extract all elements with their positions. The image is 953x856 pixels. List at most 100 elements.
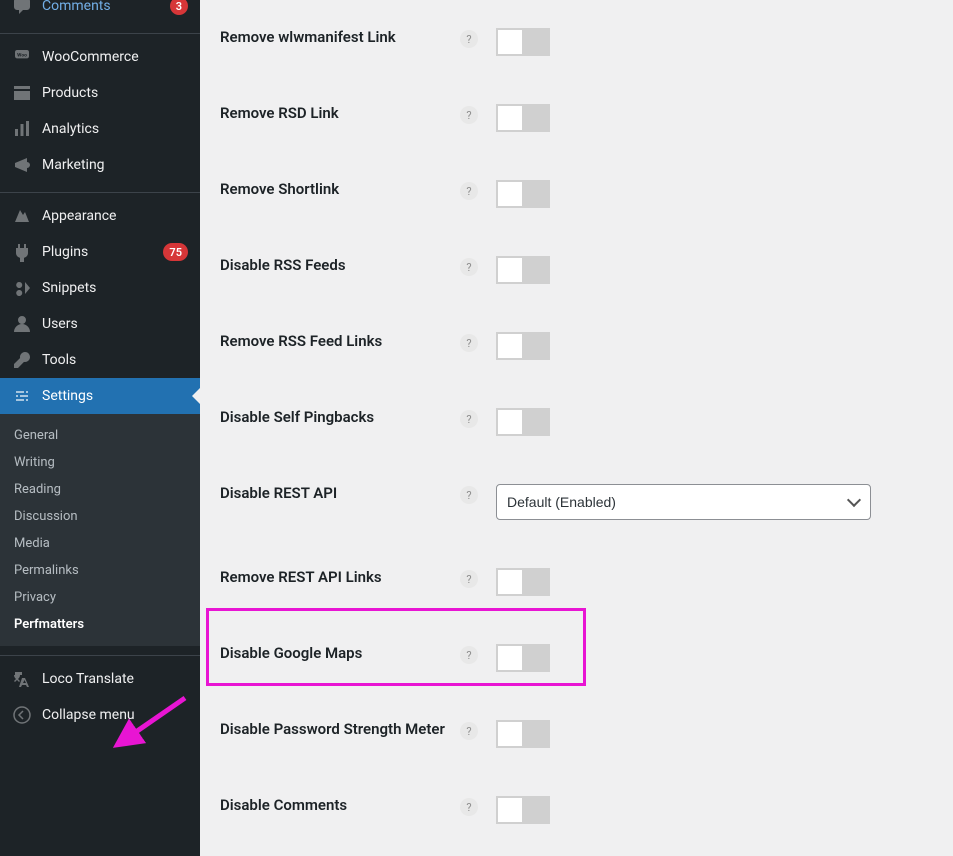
sidebar-item-label: WooCommerce [42, 49, 188, 65]
help-icon[interactable]: ? [460, 30, 478, 48]
select-disable-rest-api[interactable]: Default (Enabled) [496, 484, 871, 520]
sidebar-item-label: Snippets [42, 280, 188, 296]
sidebar-item-appearance[interactable]: Appearance [0, 198, 200, 234]
submenu-item-general[interactable]: General [0, 422, 200, 449]
help-icon[interactable]: ? [460, 106, 478, 124]
help-icon[interactable]: ? [460, 410, 478, 428]
setting-label: Disable Self Pingbacks [220, 408, 460, 428]
select-wrap: Default (Enabled) [496, 484, 871, 520]
setting-row-disable-password-meter: Disable Password Strength Meter? [220, 696, 933, 772]
sidebar-main-menu: Comments3 Woo WooCommerce Products Analytics… [0, 0, 200, 414]
toggle-disable-google-maps[interactable] [496, 644, 550, 672]
toggle-remove-rss-links[interactable] [496, 332, 550, 360]
setting-label: Remove RSD Link [220, 104, 460, 124]
woocommerce-icon: Woo [12, 47, 32, 67]
help-icon[interactable]: ? [460, 486, 478, 504]
setting-row-remove-rest-links: Remove REST API Links? [220, 544, 933, 620]
menu-separator [0, 29, 200, 34]
sidebar-item-label: Analytics [42, 121, 188, 137]
menu-separator [0, 188, 200, 193]
toggle-disable-rss[interactable] [496, 256, 550, 284]
sidebar-item-label: Collapse menu [42, 707, 188, 723]
sidebar-item-plugins[interactable]: Plugins 75 [0, 234, 200, 270]
toggle-remove-shortlink[interactable] [496, 180, 550, 208]
badge: 75 [163, 243, 188, 261]
toggle-knob [498, 258, 522, 282]
help-icon[interactable]: ? [460, 722, 478, 740]
help-icon[interactable]: ? [460, 182, 478, 200]
submenu-item-media[interactable]: Media [0, 530, 200, 557]
setting-label: Remove REST API Links [220, 568, 460, 588]
toggle-knob [498, 106, 522, 130]
help-icon[interactable]: ? [460, 646, 478, 664]
setting-label: Remove wlwmanifest Link [220, 28, 460, 48]
toggle-knob [498, 570, 522, 594]
sidebar-item-analytics[interactable]: Analytics [0, 111, 200, 147]
help-icon[interactable]: ? [460, 258, 478, 276]
sidebar-item-users[interactable]: Users [0, 306, 200, 342]
submenu-item-reading[interactable]: Reading [0, 476, 200, 503]
sidebar-item-label: Loco Translate [42, 671, 188, 687]
submenu-item-writing[interactable]: Writing [0, 449, 200, 476]
snippets-icon [12, 278, 32, 298]
collapse-icon [12, 705, 32, 725]
admin-sidebar: Comments3 Woo WooCommerce Products Analytics… [0, 0, 200, 856]
tools-icon [12, 350, 32, 370]
toggle-knob [498, 646, 522, 670]
sidebar-item-label: Plugins [42, 244, 157, 260]
help-icon[interactable]: ? [460, 570, 478, 588]
plugins-icon [12, 242, 32, 262]
toggle-knob [498, 798, 522, 822]
comments-icon [12, 0, 32, 16]
marketing-icon [12, 155, 32, 175]
submenu-item-privacy[interactable]: Privacy [0, 584, 200, 611]
svg-text:Woo: Woo [17, 52, 27, 58]
sidebar-item-label: Users [42, 316, 188, 332]
sidebar-item-settings[interactable]: Settings [0, 378, 200, 414]
appearance-icon [12, 206, 32, 226]
setting-label: Remove Shortlink [220, 180, 460, 200]
sidebar-item-woocommerce[interactable]: Woo WooCommerce [0, 39, 200, 75]
setting-row-remove-rss-links: Remove RSS Feed Links? [220, 308, 933, 384]
sidebar-item-snippets[interactable]: Snippets [0, 270, 200, 306]
sidebar-item-label: Appearance [42, 208, 188, 224]
setting-label: Remove RSS Feed Links [220, 332, 460, 352]
toggle-knob [498, 334, 522, 358]
sidebar-item-collapse[interactable]: Collapse menu [0, 697, 200, 733]
setting-row-disable-rss: Disable RSS Feeds? [220, 232, 933, 308]
setting-label: Disable RSS Feeds [220, 256, 460, 276]
sidebar-item-tools[interactable]: Tools [0, 342, 200, 378]
users-icon [12, 314, 32, 334]
setting-row-remove-shortlink: Remove Shortlink? [220, 156, 933, 232]
sidebar-item-label: Marketing [42, 157, 188, 173]
submenu-item-permalinks[interactable]: Permalinks [0, 557, 200, 584]
toggle-disable-comments[interactable] [496, 796, 550, 824]
submenu-item-discussion[interactable]: Discussion [0, 503, 200, 530]
sidebar-item-products[interactable]: Products [0, 75, 200, 111]
help-icon[interactable]: ? [460, 334, 478, 352]
toggle-remove-rsd[interactable] [496, 104, 550, 132]
setting-label: Disable Comments [220, 796, 460, 816]
settings-icon [12, 386, 32, 406]
setting-label: Disable Google Maps [220, 644, 460, 664]
submenu-item-perfmatters[interactable]: Perfmatters [0, 611, 200, 638]
loco-translate-icon [12, 669, 32, 689]
badge: 3 [170, 0, 188, 15]
sidebar-item-comments[interactable]: Comments3 [0, 0, 200, 24]
sidebar-item-marketing[interactable]: Marketing [0, 147, 200, 183]
setting-label: Disable REST API [220, 484, 460, 504]
toggle-knob [498, 410, 522, 434]
toggle-knob [498, 182, 522, 206]
sidebar-item-label: Settings [42, 388, 188, 404]
analytics-icon [12, 119, 32, 139]
sidebar-item-loco-translate[interactable]: Loco Translate [0, 661, 200, 697]
help-icon[interactable]: ? [460, 798, 478, 816]
toggle-disable-password-meter[interactable] [496, 720, 550, 748]
products-icon [12, 83, 32, 103]
toggle-remove-rest-links[interactable] [496, 568, 550, 596]
setting-row-disable-google-maps: Disable Google Maps? [220, 620, 933, 696]
toggle-disable-self-pingbacks[interactable] [496, 408, 550, 436]
setting-row-disable-comments: Disable Comments? [220, 772, 933, 848]
setting-row-remove-rsd: Remove RSD Link? [220, 80, 933, 156]
toggle-remove-wlwmanifest[interactable] [496, 28, 550, 56]
